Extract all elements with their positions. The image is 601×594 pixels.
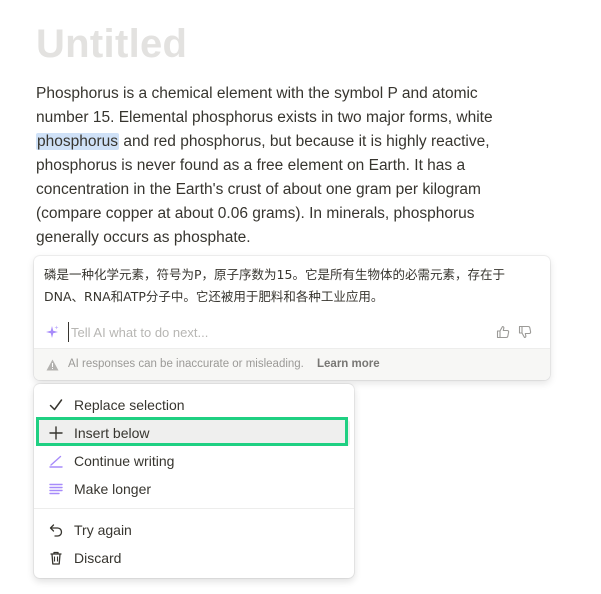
ai-disclaimer-bar: AI responses can be inaccurate or mislea… — [34, 348, 550, 380]
ai-action-menu: Replace selection Insert below Continue … — [34, 384, 354, 578]
ai-disclaimer-text: AI responses can be inaccurate or mislea… — [68, 358, 304, 370]
pen-line-icon — [49, 455, 63, 468]
ai-sparkle-icon — [46, 325, 59, 338]
retry-icon — [49, 524, 63, 537]
menu-divider — [34, 508, 354, 509]
menu-item-label: Continue writing — [74, 453, 175, 469]
highlighted-item-outline — [36, 417, 348, 446]
document-paragraph[interactable]: Phosphorus is a chemical element with th… — [36, 82, 516, 250]
thumbs-down-icon[interactable] — [518, 325, 532, 339]
menu-item-label: Make longer — [74, 481, 152, 497]
menu-item-make-longer[interactable]: Make longer — [38, 476, 350, 502]
menu-item-replace-selection[interactable]: Replace selection — [38, 392, 350, 418]
lines-icon — [49, 483, 63, 495]
ai-prompt-input[interactable] — [68, 322, 491, 342]
menu-item-label: Replace selection — [74, 397, 185, 413]
check-icon — [49, 399, 63, 411]
ai-response-panel: 磷是一种化学元素，符号为P，原子序数为15。它是所有生物体的必需元素，存在于DN… — [34, 256, 550, 380]
trash-icon — [50, 551, 62, 565]
menu-item-continue-writing[interactable]: Continue writing — [38, 448, 350, 474]
ai-prompt-row — [34, 318, 550, 348]
ai-response-text: 磷是一种化学元素，符号为P，原子序数为15。它是所有生物体的必需元素，存在于DN… — [44, 267, 505, 304]
menu-item-discard[interactable]: Discard — [38, 545, 350, 571]
selected-text[interactable]: phosphorus — [36, 133, 120, 150]
warning-icon — [46, 359, 59, 371]
paragraph-text-before: Phosphorus is a chemical element with th… — [36, 85, 493, 126]
menu-item-label: Discard — [74, 550, 122, 566]
menu-item-try-again[interactable]: Try again — [38, 517, 350, 543]
learn-more-link[interactable]: Learn more — [317, 358, 380, 370]
page-title[interactable]: Untitled — [36, 22, 187, 67]
menu-item-label: Try again — [74, 522, 132, 538]
thumbs-up-icon[interactable] — [496, 325, 510, 339]
